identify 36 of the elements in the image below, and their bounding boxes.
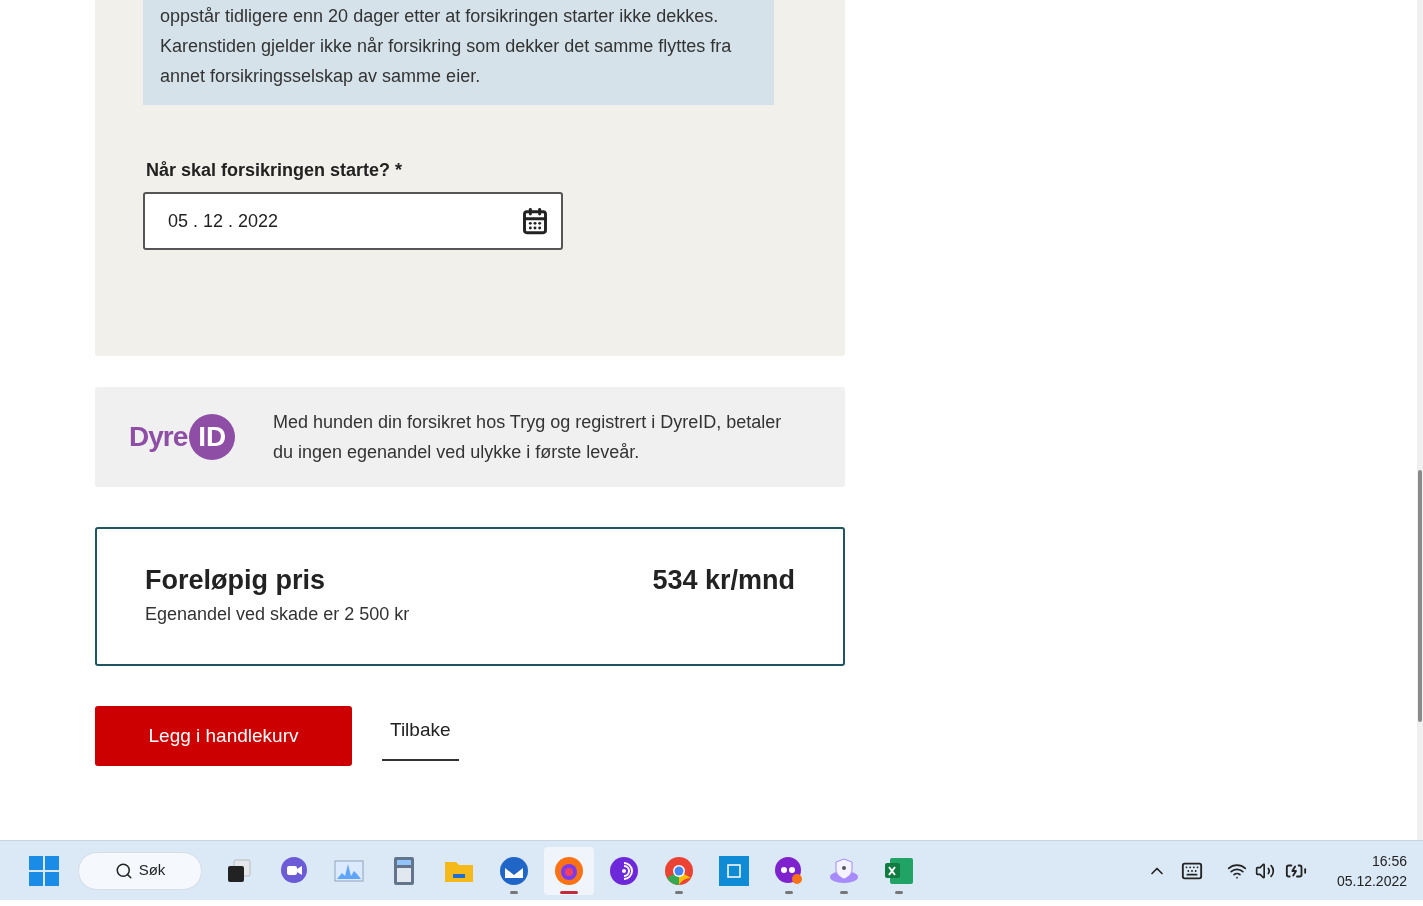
logo-badge: ID: [189, 414, 236, 460]
start-date-label: Når skal forsikringen starte? *: [146, 159, 404, 182]
deductible-text: Egenandel ved skade er 2 500 kr: [145, 603, 410, 626]
calendar-icon[interactable]: [521, 207, 549, 235]
running-indicator: [510, 890, 518, 894]
volume-icon[interactable]: [1254, 860, 1275, 881]
date-value: 05 . 12 . 2022: [168, 209, 279, 233]
spreadsheet-icon: [884, 855, 914, 886]
add-to-cart-button[interactable]: Legg i handlekurv: [95, 706, 352, 766]
search-icon: [114, 861, 133, 880]
chrome-icon: [664, 855, 694, 886]
running-indicator: [785, 890, 793, 894]
running-indicator: [840, 890, 848, 894]
clock-time: 16:56: [1371, 851, 1407, 871]
notice-text: oppstår tidligere enn 20 dager etter at forsikringen starter ikke dekkes. Karenstiden gjelder ikke når forsikring som dekker det samme flyttes fra annet forsikringsselskap av samme eier.: [160, 5, 733, 88]
running-indicator: [895, 890, 903, 894]
running-indicator: [675, 890, 683, 894]
clock[interactable]: 16:56 05.12.2022: [1336, 850, 1407, 891]
scrollbar-thumb[interactable]: [1418, 470, 1422, 722]
mask-icon: [774, 855, 804, 886]
back-link[interactable]: Tilbake: [382, 706, 459, 761]
running-indicator: [560, 890, 578, 894]
scrollbar[interactable]: [1417, 0, 1423, 840]
partner-text: Med hunden din forsikret hos Tryg og registrert i DyreID, betaler du ingen egenandel ved ulykke i første leveår.: [273, 411, 783, 464]
price-amount: 534 kr/mnd: [652, 564, 795, 597]
broadcast-icon: [609, 855, 639, 886]
taskbar-search[interactable]: Søk: [78, 851, 202, 890]
video-chat-icon: [279, 855, 309, 886]
search-label: Søk: [138, 860, 166, 881]
price-title: Foreløpig pris: [145, 564, 326, 597]
shield-lock-icon: [829, 855, 859, 886]
logo-word: Dyre: [129, 420, 188, 454]
store-icon: [719, 855, 749, 886]
windows-start-icon[interactable]: [28, 854, 60, 887]
clock-date: 05.12.2022: [1336, 871, 1407, 891]
date-field[interactable]: 05 . 12 . 2022: [143, 192, 563, 250]
